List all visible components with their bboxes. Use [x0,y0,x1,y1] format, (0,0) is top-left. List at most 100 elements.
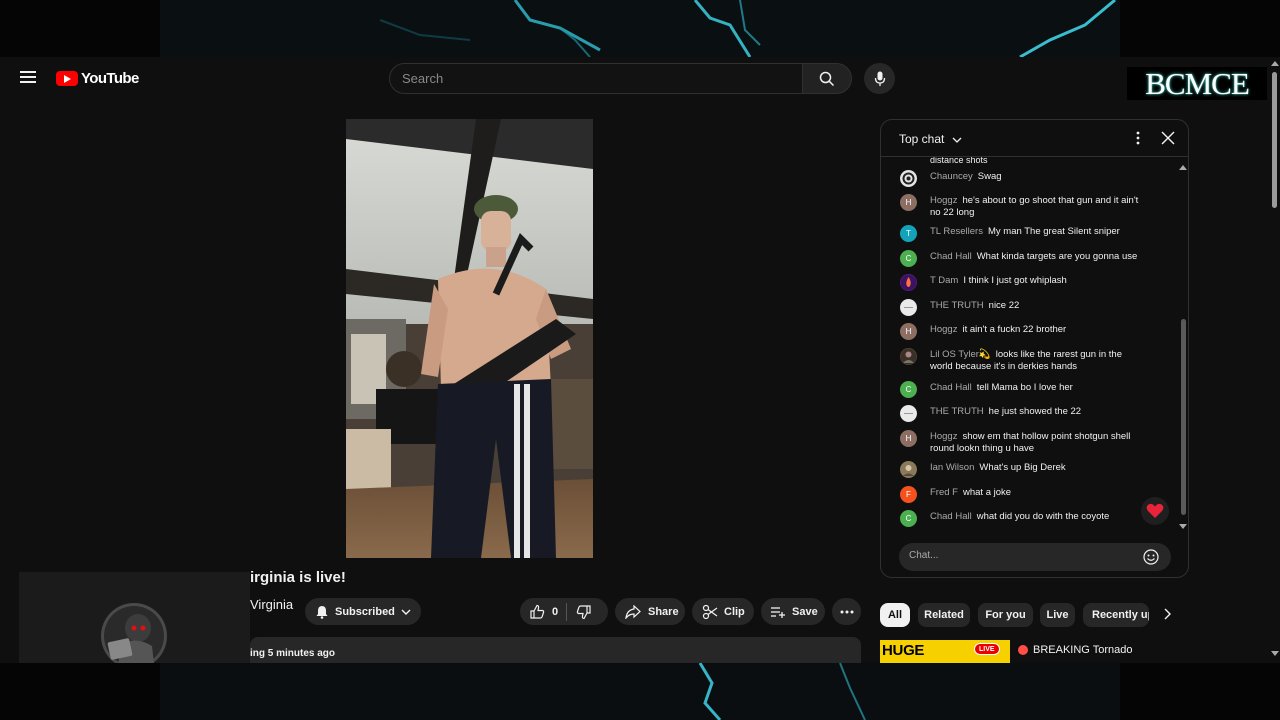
chat-author: Hoggz [930,195,958,206]
share-label: Share [648,605,679,618]
menu-icon[interactable] [20,71,36,83]
search-input[interactable] [402,71,802,86]
chat-author: Hoggz [930,431,958,442]
thumbs-down-icon[interactable] [576,604,592,620]
chat-author: Ian Wilson [930,462,975,473]
video-frame [346,119,593,558]
page-scrollbar[interactable] [1268,57,1280,663]
more-vertical-icon[interactable] [1136,131,1140,145]
chip-all[interactable]: All [880,603,910,627]
tyler-avatar-icon [900,348,917,365]
thumbs-up-icon[interactable] [529,604,545,620]
search-icon [819,71,835,86]
chat-author: Chad Hall [930,382,972,393]
stream-start-text: ing 5 minutes ago [250,648,336,659]
chat-header: Top chat [881,120,1188,157]
more-horizontal-icon [840,610,853,613]
microphone-icon [874,71,885,86]
chat-author: THE TRUTH [930,300,984,311]
chat-avatar: C [900,250,917,267]
chat-text: it ain't a fuckn 22 brother [962,324,1067,335]
voice-search-button[interactable] [864,63,895,94]
heart-icon [1146,503,1164,518]
chat-text: tell Mama bo I love her [976,382,1073,393]
ian-avatar-icon [900,461,917,478]
youtube-logo[interactable]: YouTube [56,70,139,87]
chat-author: THE TRUTH [930,406,984,417]
chat-author: Chad Hall [930,511,972,522]
chat-scroll-down-arrow[interactable] [1179,524,1187,529]
close-icon[interactable] [1161,131,1175,145]
chat-avatar [900,348,917,365]
chevron-right-icon[interactable] [1164,608,1172,620]
chat-avatar [900,405,917,422]
chat-avatar [900,170,917,187]
channel-name[interactable]: Virginia [250,597,293,612]
chat-avatar: F [900,486,917,503]
chat-author: Chad Hall [930,251,972,262]
lightning-decoration [160,0,1120,57]
chip-for-you[interactable]: For you [978,603,1033,627]
chat-avatar: C [900,510,917,527]
chip-related[interactable]: Related [918,603,970,627]
top-chat-dropdown[interactable]: Top chat [899,132,962,146]
chat-avatar [900,299,917,316]
search-box [389,63,803,94]
live-chat-panel: Top chat distance shots Chauncey Swag H … [880,119,1189,578]
search-button[interactable] [802,63,852,94]
chat-avatar [900,274,917,291]
bell-icon [316,605,328,619]
live-indicator-icon [1018,645,1028,655]
chat-scroll-up-arrow[interactable] [1179,165,1187,170]
share-icon [625,604,641,619]
chat-author: Hoggz [930,324,958,335]
chat-avatar: T [900,225,917,242]
chat-scrollbar-thumb[interactable] [1181,319,1186,515]
recommended-video-title[interactable]: BREAKING Tornado [1033,644,1132,656]
more-actions-button[interactable] [832,598,861,625]
truncated-message: distance shots [930,157,988,165]
scroll-up-arrow[interactable] [1271,61,1279,66]
save-button[interactable]: Save [761,598,825,625]
chat-input[interactable] [909,550,1129,561]
clip-button[interactable]: Clip [692,598,754,625]
masthead: YouTube BCMCE [0,57,1280,101]
chat-text: what did you do with the coyote [976,511,1110,522]
chat-text: Swag [977,171,1002,182]
video-player[interactable] [346,119,593,558]
chauncey-avatar-icon [900,170,917,187]
truth-avatar-icon [900,299,917,316]
youtube-page: YouTube BCMCE [0,57,1280,663]
description-box[interactable]: ing 5 minutes ago [250,637,861,663]
scrollbar-thumb[interactable] [1272,72,1277,208]
logo-text: YouTube [81,70,139,87]
youtube-play-icon [56,71,78,86]
chevron-down-icon [952,137,962,143]
chat-avatar: H [900,194,917,211]
like-dislike-group: 0 [520,598,608,625]
live-badge: LIVE [974,643,1000,655]
chat-author: T Dam [930,275,959,286]
chat-scrollbar[interactable] [1179,160,1188,530]
emoji-icon[interactable] [1143,549,1159,565]
recommended-video-thumbnail[interactable]: HUGE LIVE [880,640,1010,663]
scroll-down-arrow[interactable] [1271,651,1279,656]
bcmce-logo: BCMCE [1127,66,1267,101]
chip-live[interactable]: Live [1040,603,1075,627]
chat-avatar: H [900,323,917,340]
chat-avatar: C [900,381,917,398]
streamer-overlay-panel [19,572,250,663]
robot-avatar [100,602,168,663]
subscribed-button[interactable]: Subscribed [305,598,421,625]
chat-message-list: distance shots Chauncey Swag H Hoggz he's … [881,157,1181,531]
flame-avatar-icon [900,274,917,291]
chip-recently-uploaded[interactable]: Recently up [1083,603,1149,627]
chat-author: Lil OS Tyler💫 [930,349,991,360]
playlist-add-icon [771,606,785,618]
chat-text: what a joke [962,487,1012,498]
chat-text: he's about to go shoot that gun and it a… [930,195,1139,218]
share-button[interactable]: Share [615,598,685,625]
chat-author: Fred F [930,487,958,498]
reaction-button[interactable] [1141,497,1169,525]
like-count: 0 [552,605,559,618]
